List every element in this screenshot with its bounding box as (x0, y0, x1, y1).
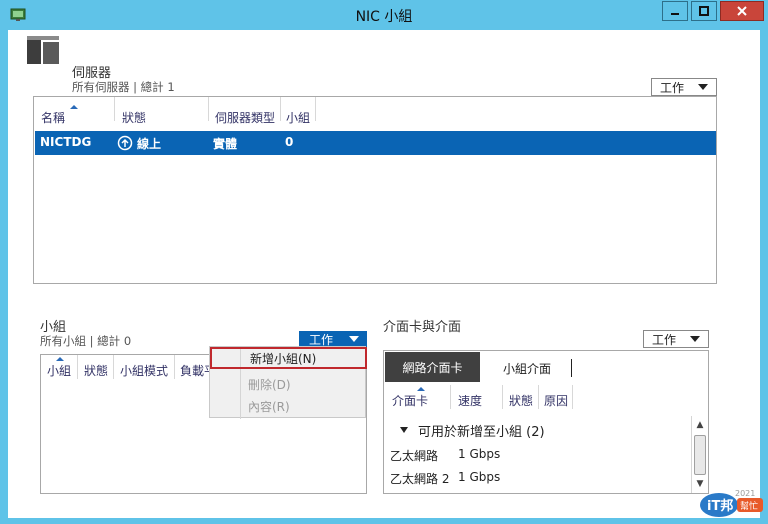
adapters-task-dropdown[interactable]: 工作 (643, 330, 709, 348)
maximize-icon (699, 6, 709, 16)
maximize-button[interactable] (691, 1, 717, 21)
server-status-cell: 線上 (137, 137, 162, 151)
column-header-reason[interactable]: 原因 (544, 392, 568, 409)
minimize-button[interactable] (662, 1, 688, 21)
table-row[interactable]: NICTDG 線上 實體 0 (35, 131, 716, 155)
adapter-speed-cell: 1 Gbps (458, 470, 501, 484)
close-icon (737, 6, 747, 16)
server-team-cell: 0 (285, 135, 294, 149)
close-button[interactable] (720, 1, 764, 21)
column-header-team[interactable]: 小組 (47, 362, 71, 379)
adapters-panel: 網路介面卡 小組介面 介面卡 速度 狀態 原因 可用於新增至小組 (2) 乙太網… (383, 350, 709, 494)
scroll-up-icon[interactable]: ▲ (693, 418, 707, 432)
servers-icon (27, 36, 59, 64)
adapters-task-label: 工作 (652, 332, 677, 347)
column-header-speed[interactable]: 速度 (458, 392, 482, 409)
sort-ascending-icon (56, 357, 64, 361)
adapters-scrollbar[interactable]: ▲ ▼ (691, 416, 707, 493)
servers-subtitle: 所有伺服器 | 總計 1 (72, 80, 175, 94)
adapters-tabbar: 網路介面卡 小組介面 (385, 352, 707, 382)
column-header-team[interactable]: 小組 (286, 109, 310, 126)
chevron-down-icon (698, 84, 708, 90)
chevron-down-icon (349, 336, 359, 342)
column-header-name[interactable]: 名稱 (41, 109, 65, 126)
adapters-title: 介面卡與介面 (383, 320, 462, 335)
menu-item-new-team[interactable]: 新增小組(N) (210, 347, 367, 369)
menu-item-delete[interactable]: 刪除(D) (210, 373, 367, 395)
tab-team-interfaces[interactable]: 小組介面 (503, 360, 551, 377)
window-title: NIC 小組 (355, 9, 413, 25)
column-header-status[interactable]: 狀態 (84, 362, 108, 379)
column-header-adapter[interactable]: 介面卡 (392, 392, 428, 409)
column-header-status[interactable]: 狀態 (122, 109, 146, 126)
sort-ascending-icon (417, 387, 425, 391)
server-name-cell: NICTDG (40, 135, 92, 149)
scroll-thumb[interactable] (694, 435, 706, 475)
text-cursor (571, 359, 572, 377)
server-type-cell: 實體 (213, 137, 238, 151)
tab-network-adapters[interactable]: 網路介面卡 (385, 352, 480, 382)
column-header-team-mode[interactable]: 小組模式 (120, 362, 168, 379)
column-header-status[interactable]: 狀態 (509, 392, 533, 409)
svg-text:iT邦: iT邦 (707, 498, 733, 514)
title-bar[interactable]: NIC 小組 (0, 0, 768, 30)
adapter-name-cell[interactable]: 乙太網路 2 (390, 470, 449, 487)
servers-table[interactable]: 名稱 狀態 伺服器類型 小組 NICTDG 線上 實體 0 (33, 96, 717, 284)
menu-item-properties[interactable]: 內容(R) (210, 395, 367, 417)
svg-text:2021: 2021 (735, 489, 755, 498)
ithome-watermark-logo: iT邦 幫忙 2021 (700, 489, 763, 517)
teams-task-menu: 新增小組(N) 刪除(D) 內容(R) (209, 346, 367, 419)
minimize-icon (671, 13, 679, 15)
online-status-icon (117, 135, 133, 151)
expand-collapse-icon[interactable] (400, 427, 408, 433)
teams-subtitle: 所有小組 | 總計 0 (40, 334, 132, 348)
sort-ascending-icon (70, 105, 78, 109)
svg-text:幫忙: 幫忙 (740, 500, 758, 512)
adapter-name-cell[interactable]: 乙太網路 (390, 447, 438, 464)
adapter-group-header[interactable]: 可用於新增至小組 (2) (418, 421, 545, 440)
column-header-server-type[interactable]: 伺服器類型 (215, 109, 275, 126)
adapter-speed-cell: 1 Gbps (458, 447, 501, 461)
servers-task-dropdown[interactable]: 工作 (651, 78, 717, 96)
servers-task-label: 工作 (660, 80, 685, 95)
chevron-down-icon (690, 336, 700, 342)
